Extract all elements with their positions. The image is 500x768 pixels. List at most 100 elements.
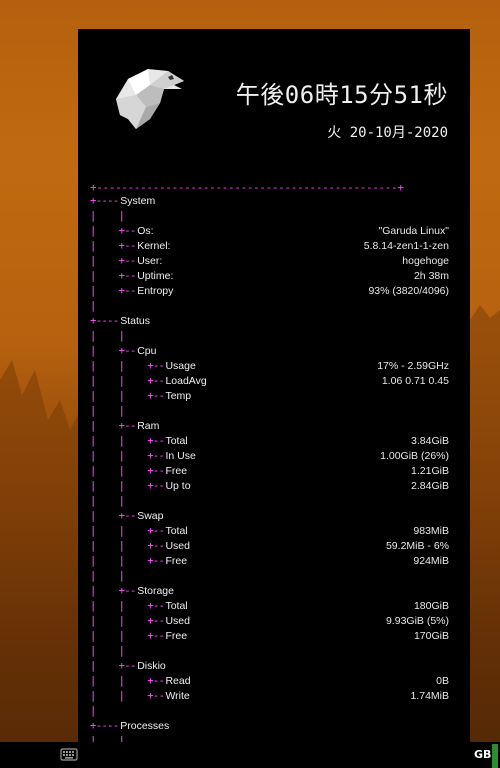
tree-row: | |: [78, 494, 470, 509]
row-value: "Garuda Linux": [378, 225, 450, 237]
row-label: Storage: [137, 585, 174, 597]
tree-branch: | +--: [90, 660, 136, 672]
row-value: 3.84GiB: [411, 435, 449, 447]
tree-branch: | | +--: [90, 465, 165, 477]
tree-branch: | |: [90, 645, 125, 657]
row-label: Processes: [120, 720, 170, 732]
tree-branch: | | +--: [90, 435, 165, 447]
row-label: Swap: [137, 510, 164, 522]
tree-branch: | | +--: [90, 375, 165, 387]
tree-branch: | | +--: [90, 630, 165, 642]
tree-branch: | | +--: [90, 390, 165, 402]
tree-branch: +----: [90, 315, 119, 327]
tree-branch: | | +--: [90, 555, 165, 567]
tree-row: | |: [78, 734, 470, 742]
tree-row: | |: [78, 644, 470, 659]
tree-branch: | |: [90, 570, 125, 582]
keyboard-icon[interactable]: [60, 746, 78, 762]
tree-row: |: [78, 704, 470, 719]
tree-branch: | |: [90, 735, 125, 742]
keyboard-layout-indicator[interactable]: GB: [474, 748, 491, 761]
tree-row: +---- System: [78, 194, 470, 209]
row-label: Temp: [165, 390, 192, 402]
tree-branch: | | +--: [90, 360, 165, 372]
tree-row: | +-- Entropy 93% (3820/4096): [78, 284, 470, 299]
tree-row: | |: [78, 404, 470, 419]
row-label: Write: [165, 690, 190, 702]
tree-row: | |: [78, 209, 470, 224]
clock-date: 火 20-10月-2020: [327, 125, 448, 141]
tree-row: | +-- Uptime: 2h 38m: [78, 269, 470, 284]
conky-panel: 午後06時15分51秒 火 20-10月-2020 +-------------…: [78, 29, 470, 742]
layout-indicator-bar: [492, 744, 498, 768]
tree-row: | | +-- Free 1.21GiB: [78, 464, 470, 479]
tree-branch: | +--: [90, 510, 136, 522]
tree-row: +---- Status: [78, 314, 470, 329]
row-label: Usage: [165, 360, 196, 372]
row-value: 2h 38m: [413, 270, 449, 282]
separator-line: +---------------------------------------…: [90, 181, 404, 194]
row-label: Used: [165, 615, 190, 627]
row-value: 0B: [436, 675, 449, 687]
tree-branch: | | +--: [90, 615, 165, 627]
row-label: User:: [137, 255, 163, 267]
row-value: 1.00GiB (26%): [380, 450, 449, 462]
tree-branch: | | +--: [90, 540, 165, 552]
tree-row: | | +-- Read 0B: [78, 674, 470, 689]
tree-branch: | +--: [90, 285, 136, 297]
row-value: 983MiB: [413, 525, 449, 537]
row-label: In Use: [165, 450, 196, 462]
row-label: Diskio: [137, 660, 166, 672]
tree-row: | +-- Os: "Garuda Linux": [78, 224, 470, 239]
tree-row: | | +-- Write 1.74MiB: [78, 689, 470, 704]
row-value: 93% (3820/4096): [368, 285, 449, 297]
row-label: Ram: [137, 420, 160, 432]
tree-branch: | |: [90, 405, 125, 417]
tree-branch: | | +--: [90, 690, 165, 702]
tree-branch: | +--: [90, 225, 136, 237]
tree-row: | | +-- Used 59.2MiB - 6%: [78, 539, 470, 554]
tree-branch: |: [90, 705, 96, 717]
tree-row: +---- Processes: [78, 719, 470, 734]
tree-row: | | +-- LoadAvg 1.06 0.71 0.45: [78, 374, 470, 389]
row-value: 170GiB: [413, 630, 449, 642]
tree-branch: | |: [90, 495, 125, 507]
row-value: 9.93GiB (5%): [385, 615, 449, 627]
tree-branch: | |: [90, 210, 125, 222]
garuda-eagle-logo: [116, 69, 184, 129]
row-value: 924MiB: [413, 555, 449, 567]
row-label: Entropy: [137, 285, 174, 297]
row-value: 1.06 0.71 0.45: [381, 375, 449, 387]
tree-row: | | +-- Free 924MiB: [78, 554, 470, 569]
row-label: Uptime:: [137, 270, 174, 282]
row-label: Cpu: [137, 345, 157, 357]
tree-row: | | +-- Total 983MiB: [78, 524, 470, 539]
row-label: Up to: [165, 480, 191, 492]
tree-row: | | +-- Usage 17% - 2.59GHz: [78, 359, 470, 374]
tree-branch: |: [90, 300, 96, 312]
row-label: Total: [165, 600, 188, 612]
tree-row: | +-- Swap: [78, 509, 470, 524]
row-label: Total: [165, 525, 188, 537]
tree-branch: +----: [90, 720, 119, 732]
clock-time: 午後06時15分51秒: [235, 81, 448, 109]
row-value: 1.74MiB: [410, 690, 449, 702]
tree-row: | +-- Kernel: 5.8.14-zen1-1-zen: [78, 239, 470, 254]
row-value: 59.2MiB - 6%: [385, 540, 449, 552]
tree-row: | | +-- Temp: [78, 389, 470, 404]
tree-row: | | +-- Total 180GiB: [78, 599, 470, 614]
tree-row: | | +-- Up to 2.84GiB: [78, 479, 470, 494]
tree-row: | +-- Ram: [78, 419, 470, 434]
row-value: 180GiB: [413, 600, 449, 612]
tree-row: | +-- User: hogehoge: [78, 254, 470, 269]
row-value: hogehoge: [402, 255, 449, 267]
tree-branch: | | +--: [90, 600, 165, 612]
tree-branch: +----: [90, 195, 119, 207]
tree-row: | +-- Storage: [78, 584, 470, 599]
tree-branch: | | +--: [90, 480, 165, 492]
row-label: Free: [165, 630, 188, 642]
tree-branch: | | +--: [90, 525, 165, 537]
row-label: Used: [165, 540, 190, 552]
row-label: Read: [165, 675, 191, 687]
row-label: Free: [165, 555, 188, 567]
